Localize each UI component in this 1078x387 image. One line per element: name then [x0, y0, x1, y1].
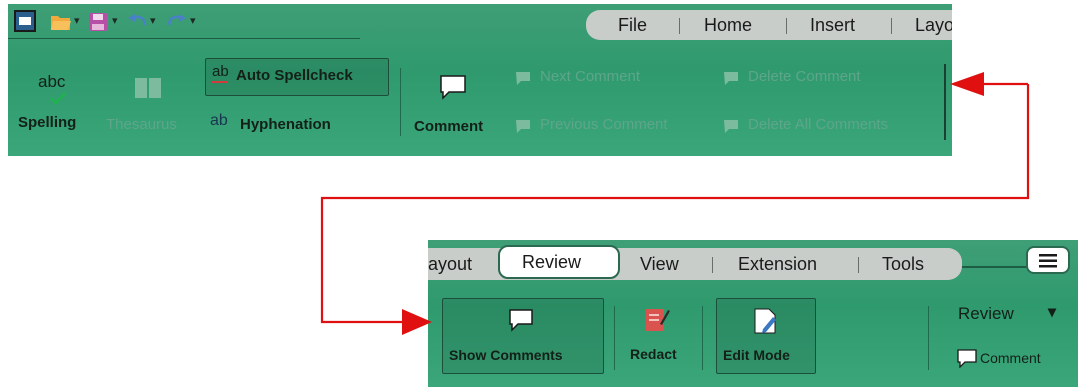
arrowhead-bottom: [402, 309, 432, 335]
arrow-connector: [320, 72, 1030, 335]
connector-arrows: [320, 72, 1030, 335]
arrowhead-top: [950, 72, 984, 96]
